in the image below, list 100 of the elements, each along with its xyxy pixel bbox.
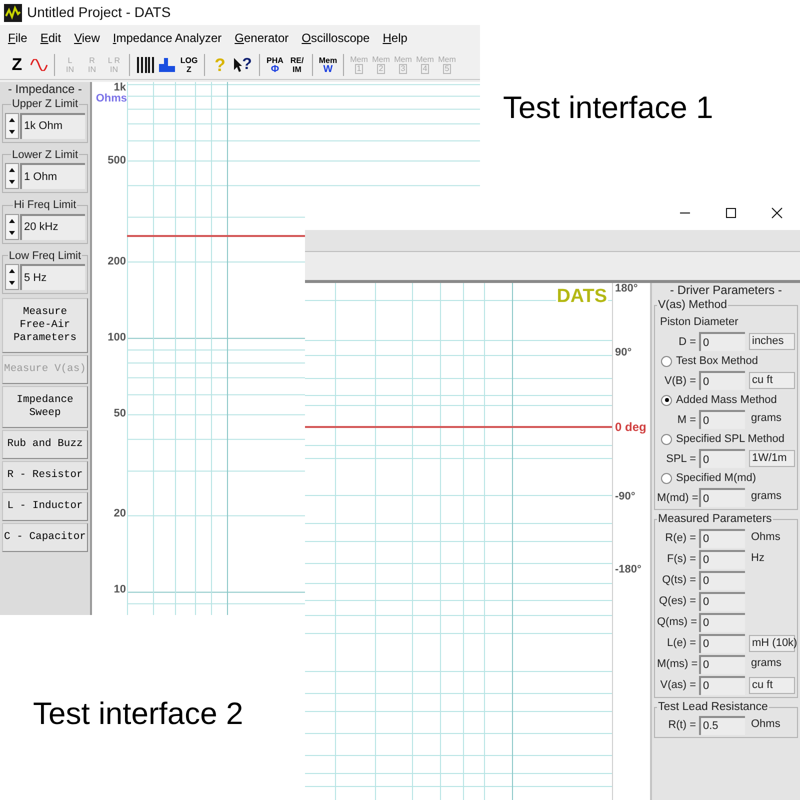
input-field[interactable]: 0 bbox=[699, 550, 745, 568]
field-label: L(e) = bbox=[666, 636, 697, 651]
menu-item[interactable]: File bbox=[8, 28, 28, 46]
menu-item[interactable]: Help bbox=[382, 28, 408, 46]
unit-label: Ohms bbox=[96, 94, 127, 104]
spinner-control[interactable] bbox=[5, 214, 19, 240]
group-label: Low Freq Limit bbox=[8, 248, 82, 264]
panel-button[interactable]: R - Resistor bbox=[2, 461, 88, 490]
sine-wave-icon bbox=[30, 58, 48, 70]
panel-heading: - Impedance - bbox=[6, 82, 84, 96]
panel-button[interactable]: Rub and Buzz bbox=[2, 430, 88, 459]
panel-heading: - Driver Parameters - bbox=[668, 283, 783, 297]
menu-item[interactable]: Generator bbox=[234, 28, 289, 46]
axis-label: 500 bbox=[108, 156, 127, 166]
radio-label: Specified SPL Method bbox=[676, 432, 784, 447]
field-label: M(md) = bbox=[657, 490, 699, 506]
context-help-button[interactable]: ? bbox=[231, 52, 255, 78]
input-field[interactable]: 0 bbox=[699, 528, 745, 548]
radio-button[interactable] bbox=[661, 394, 672, 406]
toolbar-button[interactable]: LOG Z bbox=[178, 52, 200, 78]
maximize-icon bbox=[725, 206, 737, 218]
axis-label: 1k bbox=[114, 82, 127, 94]
toolbar-button[interactable]: RE/ IM bbox=[286, 52, 308, 78]
group-label: V(as) Method bbox=[657, 298, 728, 313]
caption: Test interface 2 bbox=[33, 698, 244, 729]
app-icon bbox=[4, 4, 22, 22]
value-field[interactable]: 5 Hz bbox=[20, 264, 85, 290]
unit-label: cu ft bbox=[749, 676, 795, 694]
group-label: Measured Parameters bbox=[657, 512, 773, 528]
group-label: Hi Freq Limit bbox=[12, 198, 78, 213]
input-field[interactable]: 0.5 bbox=[699, 716, 745, 735]
input-field[interactable]: 0 bbox=[699, 592, 745, 610]
unit-label: grams bbox=[750, 656, 783, 670]
caption: Test interface 1 bbox=[503, 92, 714, 123]
field-label: R(e) = bbox=[664, 530, 697, 546]
unit-label: grams bbox=[750, 411, 783, 426]
input-field[interactable]: 0 bbox=[699, 676, 745, 694]
radio-label: Added Mass Method bbox=[676, 393, 777, 408]
field-label: Q(ts) = bbox=[661, 572, 697, 588]
panel-button[interactable]: L - Inductor bbox=[2, 492, 88, 521]
field-label: V(as) = bbox=[659, 678, 697, 693]
input-field[interactable]: 0 bbox=[699, 410, 745, 430]
axis-label: -90° bbox=[615, 492, 636, 502]
value-field[interactable]: 20 kHz bbox=[20, 214, 85, 240]
value-field[interactable]: 1k Ohm bbox=[20, 112, 85, 138]
panel-button[interactable]: Measure Free-Air Parameters bbox=[2, 298, 88, 353]
toolbar-button[interactable]: Z bbox=[6, 52, 28, 78]
axis-label: 90° bbox=[615, 348, 632, 358]
panel-button[interactable]: Impedance Sweep bbox=[2, 386, 88, 428]
group-label: Upper Z Limit bbox=[10, 97, 80, 112]
spinner-control[interactable] bbox=[5, 163, 19, 189]
radio-button[interactable] bbox=[661, 472, 672, 484]
axis-label: -180° bbox=[615, 564, 642, 576]
vertical-bars-icon bbox=[136, 56, 154, 72]
unit-label: grams bbox=[750, 489, 783, 504]
window-title: Untitled Project - DATS bbox=[27, 3, 171, 22]
unit-label: Ohms bbox=[750, 530, 782, 544]
toolbar-button[interactable]: PHA Φ bbox=[264, 52, 286, 78]
axis-label: 0 deg bbox=[615, 421, 646, 433]
input-field[interactable]: 0 bbox=[699, 612, 745, 632]
menu-item[interactable]: Edit bbox=[40, 28, 62, 46]
input-field[interactable]: 0 bbox=[699, 488, 745, 508]
value-field[interactable]: 1 Ohm bbox=[20, 163, 85, 189]
field-label: M = bbox=[676, 412, 697, 428]
group-label: Lower Z Limit bbox=[10, 148, 80, 162]
bar-chart-icon bbox=[159, 58, 175, 72]
unit-label: cu ft bbox=[749, 372, 795, 390]
toolbar-button[interactable]: Mem W bbox=[317, 52, 339, 78]
axis-label: 200 bbox=[108, 256, 127, 268]
unit-label: inches bbox=[749, 333, 795, 350]
radio-button[interactable] bbox=[661, 434, 672, 445]
unit-label: Hz bbox=[750, 550, 766, 566]
spinner-control[interactable] bbox=[5, 264, 19, 290]
field-label: V(B) = bbox=[664, 374, 697, 388]
input-field[interactable]: 0 bbox=[699, 332, 745, 352]
radio-label: Specified M(md) bbox=[676, 471, 756, 486]
menu-item[interactable]: Oscilloscope bbox=[302, 28, 370, 46]
panel-button[interactable]: C - Capacitor bbox=[2, 523, 88, 552]
spinner-control[interactable] bbox=[5, 112, 19, 138]
input-field[interactable]: 0 bbox=[699, 654, 745, 674]
input-field[interactable]: 0 bbox=[699, 371, 745, 390]
input-field[interactable]: 0 bbox=[699, 570, 745, 590]
axis-label: 100 bbox=[108, 332, 127, 344]
radio-button[interactable] bbox=[661, 356, 672, 367]
input-field[interactable]: 0 bbox=[699, 449, 745, 468]
menu-item[interactable]: Impedance Analyzer bbox=[112, 28, 222, 46]
field-label: Piston Diameter bbox=[659, 315, 740, 330]
axis-label: 20 bbox=[114, 508, 127, 520]
axis-label: 10 bbox=[114, 584, 127, 596]
axis-label: 50 bbox=[114, 408, 127, 420]
field-label: R(t) = bbox=[667, 718, 697, 733]
unit-label: 1W/1m bbox=[749, 450, 795, 468]
field-label: D = bbox=[678, 334, 697, 350]
input-field[interactable]: 0 bbox=[699, 634, 745, 652]
menu-item[interactable]: View bbox=[74, 28, 100, 46]
unit-label: mH (10k) bbox=[749, 634, 795, 652]
unit-label: Ohms bbox=[750, 716, 782, 732]
field-label: Q(ms) = bbox=[657, 614, 698, 630]
group-label: Test Lead Resistance bbox=[657, 700, 769, 714]
field-label: Q(es) = bbox=[658, 594, 697, 609]
